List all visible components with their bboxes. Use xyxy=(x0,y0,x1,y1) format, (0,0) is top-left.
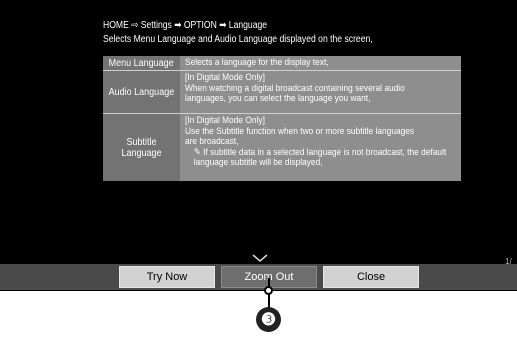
row-description: Selects a language for the display text, xyxy=(185,57,329,68)
breadcrumb: HOME ⇨ Settings ➡ OPTION ➡ Language xyxy=(103,20,268,31)
help-table: Menu Language Selects a language for the… xyxy=(103,56,461,181)
callout-dot xyxy=(264,286,273,295)
row-description: [In Digital Mode Only] Use the Subtitle … xyxy=(181,114,461,181)
page-description: Selects Menu Language and Audio Language… xyxy=(103,34,373,45)
row-label: Subtitle Language xyxy=(103,114,180,181)
chevron-down-icon[interactable] xyxy=(252,254,268,263)
callout-number-badge: ❸ xyxy=(256,307,281,332)
close-button[interactable]: Close xyxy=(323,266,419,288)
row-description: [In Digital Mode Only] When watching a d… xyxy=(185,72,405,104)
try-now-button[interactable]: Try Now xyxy=(119,266,215,288)
table-row: Subtitle Language [In Digital Mode Only]… xyxy=(103,114,461,181)
note-text: ✎ If subtitle data in a selected languag… xyxy=(193,146,447,168)
table-row: Menu Language Selects a language for the… xyxy=(103,56,461,70)
page-indicator: 1/ xyxy=(505,257,512,266)
tv-screen: HOME ⇨ Settings ➡ OPTION ➡ Language Sele… xyxy=(0,0,517,291)
row-label: Menu Language xyxy=(103,56,180,70)
table-row: Audio Language [In Digital Mode Only] Wh… xyxy=(103,71,461,113)
row-label: Audio Language xyxy=(103,71,180,113)
